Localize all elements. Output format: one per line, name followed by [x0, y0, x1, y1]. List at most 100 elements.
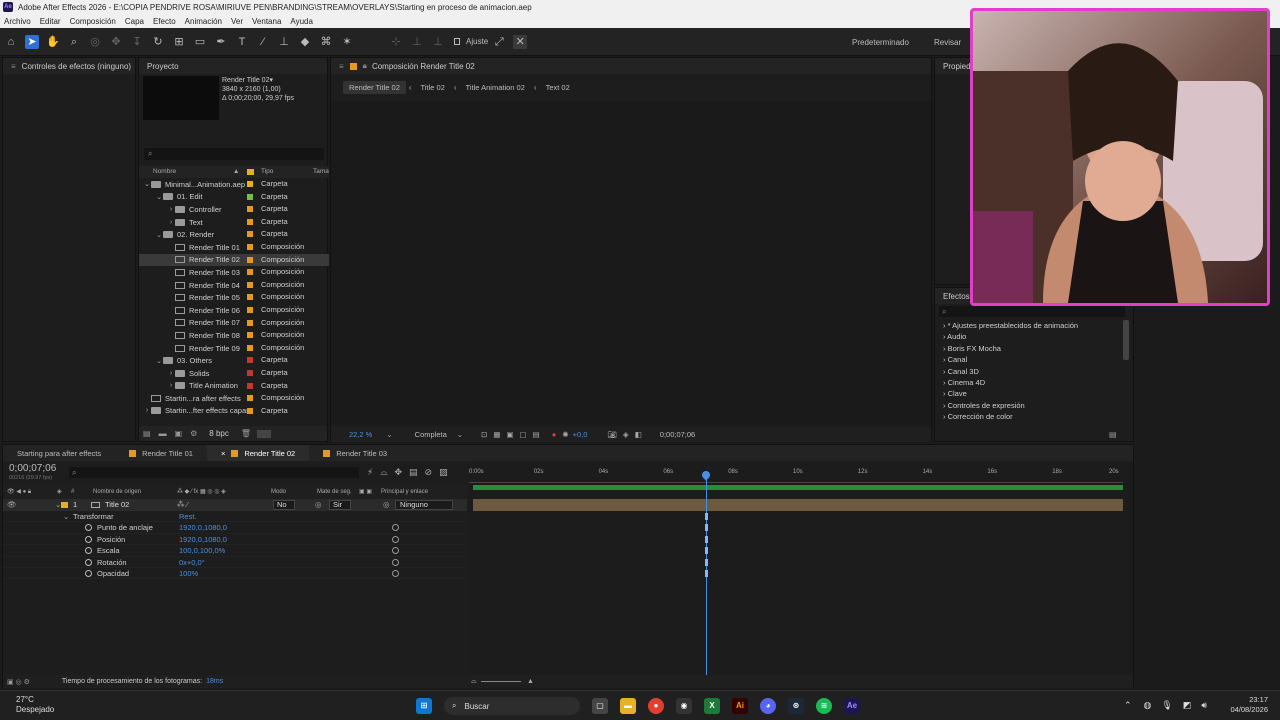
effect-controls-title[interactable]: Controles de efectos (ninguno) — [22, 62, 131, 71]
exposure-value[interactable]: +0,0 — [573, 430, 588, 439]
property-value[interactable]: 100% — [179, 568, 198, 579]
microphone-icon[interactable]: 🎙︎ — [1161, 700, 1172, 711]
col-size[interactable]: Tama — [313, 166, 329, 178]
menu-item[interactable]: Ventana — [252, 17, 281, 26]
comp-timecode[interactable]: 0;00;07;06 — [660, 430, 695, 439]
after-effects-icon[interactable]: Ae — [844, 698, 860, 714]
task-view-icon[interactable]: ▢ — [592, 698, 608, 714]
illustrator-icon[interactable]: Ai — [732, 698, 748, 714]
effect-category[interactable]: › Corrección de color — [935, 411, 1125, 422]
tray-app-icon[interactable]: ◍ — [1144, 700, 1152, 711]
expression-pickwhip-icon[interactable] — [392, 535, 399, 543]
brush-tool-icon[interactable]: ⁄ — [256, 35, 270, 49]
transform-property-row[interactable]: Posición 1920,0,1080,0 — [3, 534, 467, 546]
project-item[interactable]: › Title Animation Carpeta — [139, 380, 329, 393]
matte-icons[interactable]: ▣ ▣ — [359, 485, 372, 499]
project-item[interactable]: Render Title 02 Composición — [139, 253, 329, 267]
pan-behind-icon[interactable]: ⊞ — [172, 35, 186, 49]
label-color[interactable] — [247, 193, 253, 200]
breadcrumb-item[interactable]: Title 02 — [415, 81, 451, 94]
zoom-in-icon[interactable]: ▲ — [527, 678, 534, 685]
layer-row[interactable]: 👁︎ ⌄ 1 Title 02 ⁂ ⁄ No ◎ Sir ◎ Ninguno — [3, 499, 467, 511]
label-column-icon[interactable] — [247, 169, 254, 175]
menu-item[interactable]: Efecto — [153, 17, 176, 26]
project-item[interactable]: › Solids Carpeta — [139, 367, 329, 380]
dolly-camera-icon[interactable]: ↧ — [130, 35, 144, 49]
effect-category[interactable]: › * Ajustes preestablecidos de animación — [935, 320, 1125, 331]
steam-icon[interactable]: ⊛ — [788, 698, 804, 714]
preview-icon[interactable]: ◧ — [635, 430, 642, 439]
project-search-input[interactable]: ⌕ — [144, 148, 324, 160]
label-color[interactable] — [247, 382, 253, 389]
parent-pickwhip-icon[interactable]: ◎ — [383, 499, 390, 511]
3d-view-icon[interactable]: ▤ — [533, 430, 540, 439]
file-explorer-icon[interactable]: ▬ — [620, 698, 636, 714]
network-icon[interactable]: ◩ — [1183, 700, 1192, 711]
col-parent[interactable]: Principal y enlace — [381, 485, 428, 499]
label-color[interactable] — [247, 181, 253, 187]
project-item[interactable]: Render Title 07 Composición — [139, 317, 329, 330]
rotate-tool-icon[interactable]: ↻ — [151, 35, 165, 49]
work-area-bar[interactable] — [473, 485, 1123, 490]
lock-icon[interactable]: 🔒︎ — [363, 61, 367, 71]
expression-pickwhip-icon[interactable] — [392, 524, 399, 532]
effect-category[interactable]: › Controles de expresión — [935, 400, 1125, 411]
region-of-interest-icon[interactable]: ⊡ — [481, 430, 487, 439]
col-name[interactable]: Nombre — [153, 166, 176, 178]
label-color[interactable] — [247, 256, 253, 263]
roto-brush-icon[interactable]: ⌘ — [319, 35, 333, 49]
project-title[interactable]: Proyecto — [147, 62, 179, 71]
color-channel-icon[interactable]: ● — [552, 430, 557, 439]
graph-editor-icon[interactable]: ⊘ — [425, 467, 433, 478]
stopwatch-icon[interactable] — [85, 569, 92, 577]
stopwatch-icon[interactable] — [85, 524, 92, 532]
label-color[interactable] — [247, 357, 253, 364]
expand-chevron-icon[interactable]: ⌄ — [63, 511, 69, 522]
effect-category[interactable]: › Canal — [935, 354, 1125, 365]
effect-category[interactable]: › Audio — [935, 331, 1125, 342]
label-color[interactable] — [247, 294, 253, 301]
effects-scrollbar[interactable] — [1123, 320, 1129, 360]
timeline-tab[interactable]: Starting para after effects — [3, 445, 115, 461]
label-color[interactable] — [247, 306, 253, 313]
menu-item[interactable]: Animación — [185, 17, 222, 26]
property-value[interactable]: 0x+0,0° — [179, 557, 205, 568]
effects-search-input[interactable]: ⌕ — [939, 306, 1125, 317]
expression-pickwhip-icon[interactable] — [392, 558, 399, 566]
motion-blur-icon[interactable]: ▤ — [409, 467, 418, 478]
chevron-right-icon[interactable]: › — [167, 382, 175, 389]
new-folder-icon[interactable]: ▬ — [159, 429, 167, 438]
chevron-down-icon[interactable]: ⌄ — [386, 430, 392, 439]
snap-icon[interactable]: ⊹ — [389, 35, 403, 49]
new-comp-icon[interactable]: ▣ — [175, 429, 183, 438]
excel-icon[interactable]: X — [704, 698, 720, 714]
layer-name[interactable]: Title 02 — [105, 499, 129, 511]
project-item[interactable]: › Startin...fter effects capas Carpeta — [139, 405, 329, 418]
timeline-search-input[interactable]: ⌕ — [69, 467, 359, 478]
github-icon[interactable]: ◉ — [676, 698, 692, 714]
workspace-review[interactable]: Revisar — [934, 38, 961, 47]
home-icon[interactable]: ⌂ — [4, 35, 18, 49]
transform-property-row[interactable]: Punto de anclaje 1920,0,1080,0 — [3, 522, 467, 534]
time-ruler[interactable]: 0:00s 02s 04s 06s 08s 10s 12s 14s 16s 18s 20s — [469, 469, 1123, 483]
type-tool-icon[interactable]: T — [235, 35, 249, 49]
project-item[interactable]: Render Title 09 Composición — [139, 342, 329, 355]
expression-pickwhip-icon[interactable] — [392, 547, 399, 555]
stopwatch-icon[interactable] — [85, 558, 92, 566]
effect-category[interactable]: › Clave — [935, 388, 1125, 399]
label-color[interactable] — [247, 344, 253, 351]
layer-label-color[interactable] — [61, 502, 68, 508]
chevron-right-icon[interactable]: › — [167, 370, 175, 377]
resolution-quality[interactable]: Completa — [415, 430, 447, 439]
property-value[interactable]: 1920,0,1080,0 — [179, 534, 227, 545]
project-item[interactable]: Render Title 06 Composición — [139, 304, 329, 317]
menu-item[interactable]: Ayuda — [290, 17, 313, 26]
frame-blend-icon[interactable]: ✥ — [394, 467, 402, 478]
clone-stamp-icon[interactable]: ⊥ — [277, 35, 291, 49]
col-matte[interactable]: Mate de seg. — [317, 485, 352, 499]
expression-pickwhip-icon[interactable] — [392, 569, 399, 577]
pan-camera-icon[interactable]: ✥ — [109, 35, 123, 49]
label-color[interactable] — [247, 218, 253, 225]
menu-item[interactable]: Archivo — [4, 17, 31, 26]
chevron-down-icon[interactable]: ⌄ — [155, 357, 163, 365]
